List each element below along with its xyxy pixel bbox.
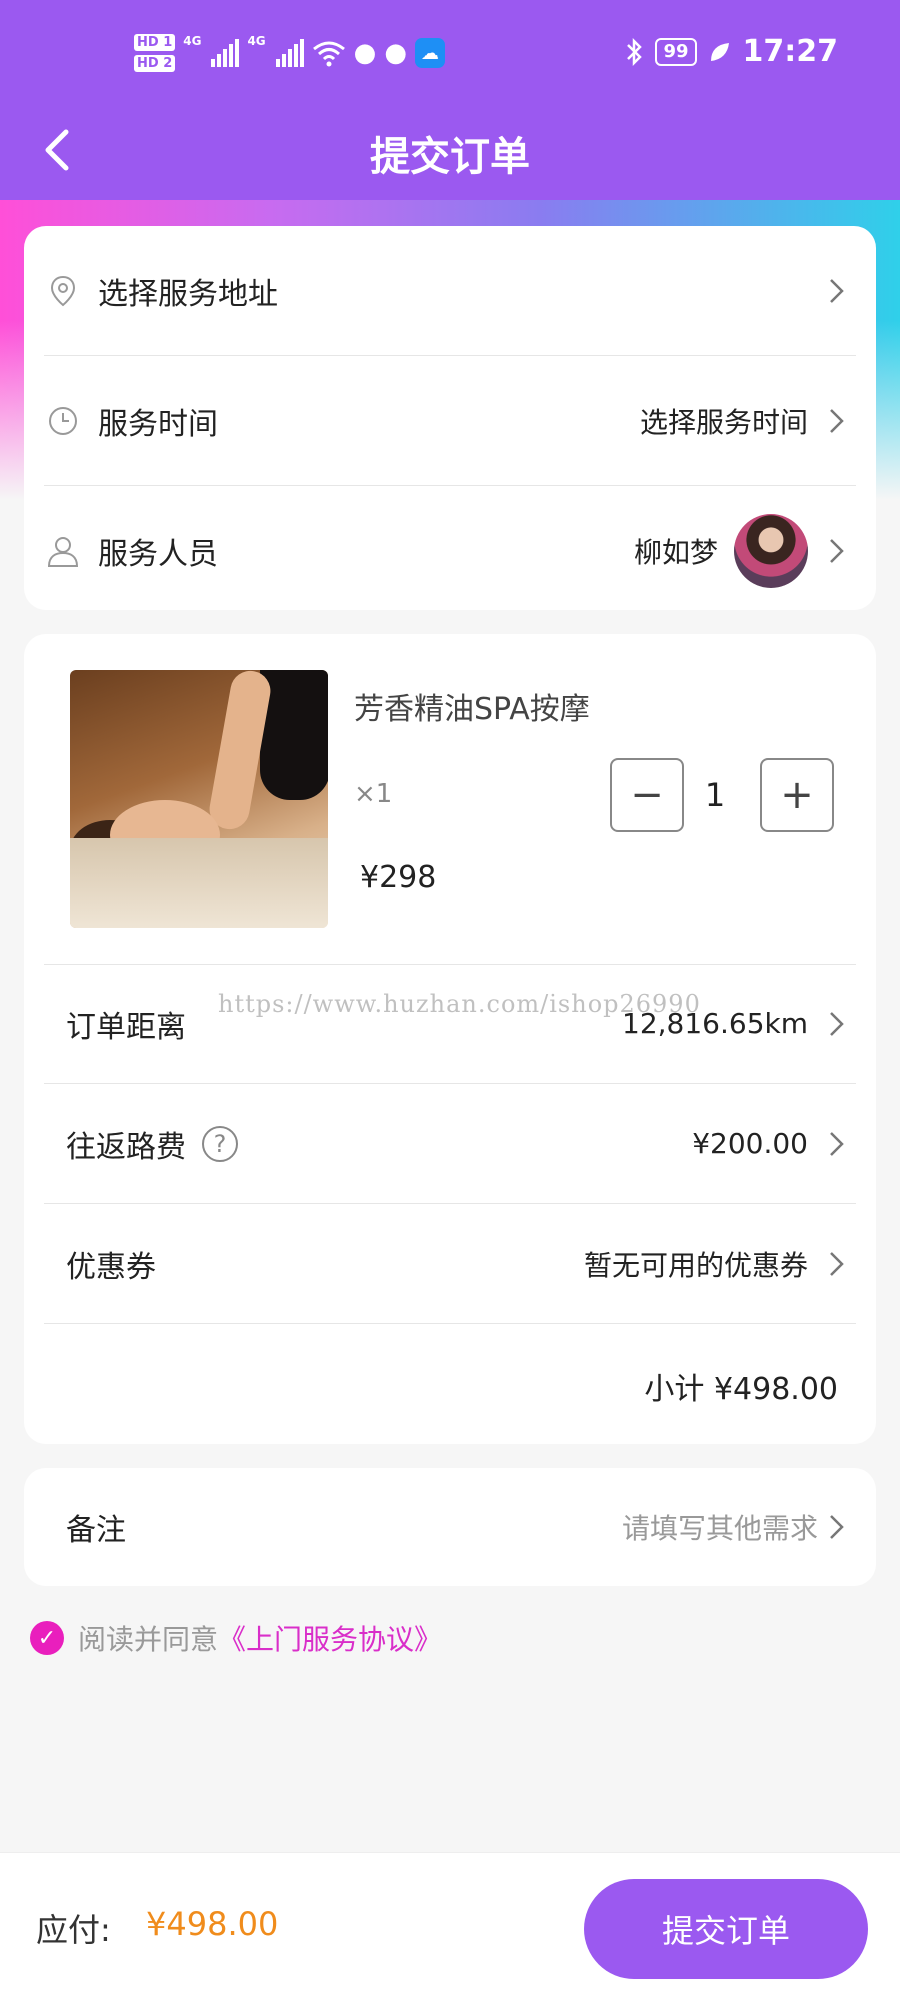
agree-checkbox[interactable]: ✓ <box>30 1621 64 1655</box>
service-staff-label: 服务人员 <box>98 537 218 572</box>
distance-row[interactable]: 订单距离 12,816.65km <box>44 964 856 1084</box>
product-qty-label: ×1 <box>354 779 393 809</box>
pay-amount: ¥498.00 <box>146 1905 279 1943</box>
service-time-value: 选择服务时间 <box>639 405 808 439</box>
travel-fee-value: ¥200.00 <box>692 1127 808 1160</box>
wechat-icon: ● <box>353 38 377 68</box>
agreement: ✓ 阅读并同意 《上门服务协议》 <box>30 1618 442 1658</box>
wechat-icon: ● <box>384 38 408 68</box>
quantity-minus-button[interactable]: − <box>610 758 684 832</box>
battery-indicator: 99 <box>655 37 697 66</box>
note-card: 备注 请填写其他需求 <box>24 1468 876 1586</box>
help-icon[interactable]: ? <box>202 1125 238 1162</box>
service-info-card: 选择服务地址 服务时间 选择服务时间 服务人员 柳如梦 <box>24 226 876 610</box>
signal-icon <box>275 39 304 67</box>
nav-bar: 提交订单 <box>0 100 900 200</box>
signal-icon <box>211 39 240 67</box>
header: HD 1 HD 2 4G 4G ● ● ☁ 99 17:27 提交订单 <box>0 0 900 200</box>
note-placeholder: 请填写其他需求 <box>621 1512 818 1545</box>
network-type-2: 4G <box>247 34 266 48</box>
chevron-right-icon <box>830 1011 844 1036</box>
service-staff-row[interactable]: 服务人员 柳如梦 <box>44 486 856 616</box>
user-icon <box>47 537 79 567</box>
weather-icon: ☁ <box>415 38 446 68</box>
chevron-right-icon <box>830 1515 844 1539</box>
pay-label: 应付: <box>36 1911 111 1949</box>
clock: 17:27 <box>742 34 839 69</box>
service-staff-name: 柳如梦 <box>633 536 718 569</box>
watermark: https://www.huzhan.com/ishop26990 <box>218 990 701 1018</box>
product-price: ¥298 <box>360 860 437 895</box>
chevron-right-icon <box>830 1131 844 1156</box>
footer-bar: 应付: ¥498.00 提交订单 <box>0 1852 900 2000</box>
service-time-row[interactable]: 服务时间 选择服务时间 <box>44 356 856 486</box>
address-label: 选择服务地址 <box>98 276 278 312</box>
product-image <box>70 670 328 928</box>
product-name: 芳香精油SPA按摩 <box>354 692 590 727</box>
status-bar: HD 1 HD 2 4G 4G ● ● ☁ 99 17:27 <box>0 28 900 88</box>
status-left: HD 1 HD 2 4G 4G ● ● ☁ <box>134 34 446 72</box>
agreement-link[interactable]: 《上门服务协议》 <box>218 1618 442 1658</box>
coupon-value: 暂无可用的优惠券 <box>583 1248 808 1282</box>
coupon-row[interactable]: 优惠券 暂无可用的优惠券 <box>44 1204 856 1324</box>
note-row[interactable]: 备注 请填写其他需求 <box>44 1468 856 1586</box>
agreement-text: 阅读并同意 <box>78 1623 219 1656</box>
leaf-icon <box>710 42 729 61</box>
chevron-right-icon <box>830 408 844 433</box>
hd-indicators: HD 1 HD 2 <box>134 34 176 72</box>
quantity-plus-button[interactable]: + <box>760 758 834 832</box>
order-card: 芳香精油SPA按摩 ×1 ¥298 − 1 + 订单距离 12,816.65km… <box>24 634 876 1444</box>
hd1-badge: HD 1 <box>134 34 176 51</box>
status-right: 99 17:27 <box>625 34 838 69</box>
avatar <box>734 514 808 588</box>
subtotal: 小计 ¥498.00 <box>644 1372 838 1407</box>
page-title: 提交订单 <box>370 134 530 180</box>
submit-order-button[interactable]: 提交订单 <box>584 1879 868 1979</box>
wifi-icon <box>312 41 345 67</box>
chevron-right-icon <box>830 539 844 563</box>
network-type-1: 4G <box>183 34 202 48</box>
location-pin-icon <box>50 275 76 306</box>
distance-label: 订单距离 <box>66 1009 186 1045</box>
chevron-right-icon <box>830 278 844 303</box>
chevron-right-icon <box>830 1251 844 1276</box>
hd2-badge: HD 2 <box>134 55 176 72</box>
coupon-label: 优惠券 <box>66 1249 156 1285</box>
clock-icon <box>49 406 77 435</box>
quantity-value: 1 <box>704 776 726 814</box>
travel-fee-label: 往返路费 <box>66 1129 186 1165</box>
travel-fee-row[interactable]: 往返路费 ? ¥200.00 <box>44 1084 856 1204</box>
service-time-label: 服务时间 <box>98 406 218 442</box>
address-row[interactable]: 选择服务地址 <box>44 226 856 356</box>
bluetooth-icon <box>627 37 643 66</box>
note-label: 备注 <box>66 1513 126 1548</box>
